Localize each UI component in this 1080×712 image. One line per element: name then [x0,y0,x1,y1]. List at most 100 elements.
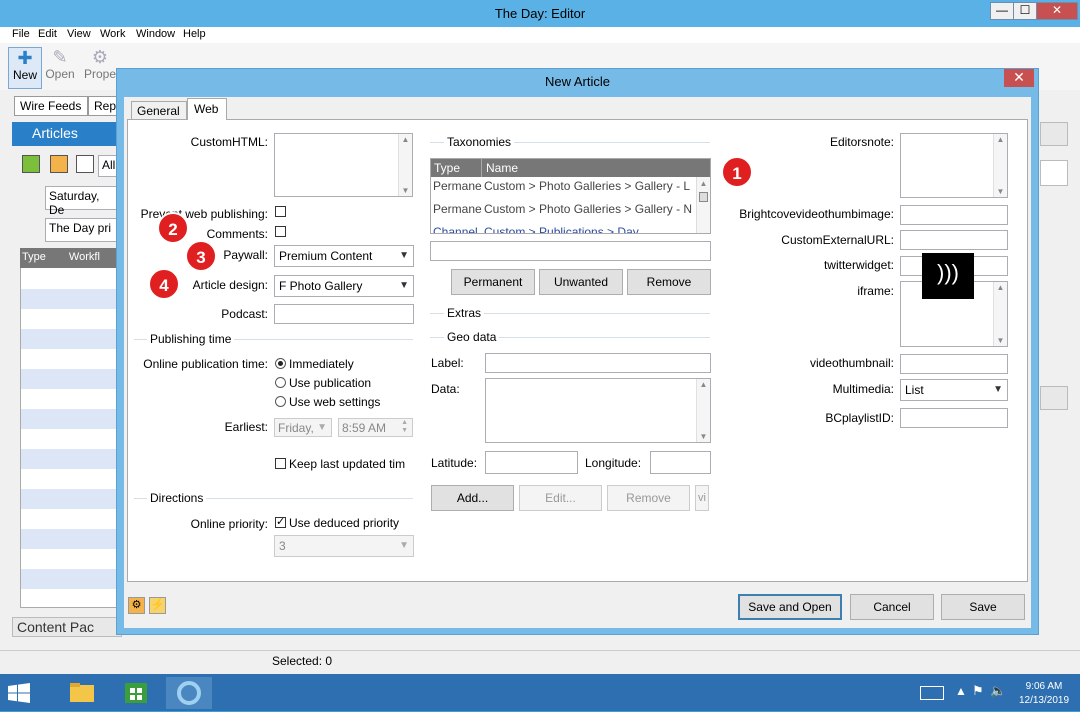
grid-header-type[interactable]: Type [434,161,460,175]
window-icon[interactable] [76,155,94,173]
menu-file[interactable]: File [12,28,30,40]
table-row[interactable]: Channel Custom > Publications > Day [431,225,697,233]
priority-value: 3 [279,539,286,553]
multimedia-select[interactable]: List ▼ [900,379,1008,401]
editor-app-icon[interactable] [166,677,212,709]
dialog-title: New Article [544,74,611,89]
store-icon[interactable] [118,677,154,709]
comments-checkbox[interactable] [275,226,286,237]
grid-row[interactable] [21,489,119,509]
bcplaylistid-input[interactable] [900,408,1008,428]
grid-header-name[interactable]: Name [486,161,518,175]
keep-last-updated-checkbox[interactable] [275,458,286,469]
use-deduced-priority-checkbox[interactable] [275,515,286,528]
tab-reports[interactable]: Rep [88,96,118,116]
editorsnote-textarea[interactable]: ▲ ▼ [900,133,1008,198]
prevent-web-publishing-checkbox[interactable] [275,206,286,217]
menu-view[interactable]: View [67,28,91,40]
editorsnote-scrollbar[interactable]: ▲ ▼ [993,134,1007,197]
right-panel-header[interactable] [1040,122,1068,146]
settings-icon[interactable]: ⚙ [128,597,145,614]
menu-window[interactable]: Window [136,28,175,40]
open-button[interactable]: ✎ Open [43,47,77,89]
new-button[interactable]: ✚ New [8,47,42,89]
brightcove-thumb-input[interactable] [900,205,1008,225]
maximize-button[interactable]: ☐ [1013,2,1037,20]
tray-clock[interactable]: 9:06 AM 12/13/2019 [1010,680,1078,708]
articles-panel-header[interactable]: Articles [12,122,122,146]
menu-edit[interactable]: Edit [38,28,57,40]
taxonomies-scrollbar[interactable]: ▲ [696,177,710,233]
keyboard-icon[interactable] [920,686,944,700]
articles-date-field[interactable]: Saturday, De [45,186,122,217]
iframe-scrollbar[interactable]: ▲ ▼ [993,282,1007,346]
dialog-close-button[interactable]: ✕ [1004,69,1034,87]
table-row[interactable]: Permane Custom > Photo Galleries > Galle… [431,179,697,201]
grid-header-workflow[interactable]: Workfl [69,251,100,263]
radio-use-web-settings-label[interactable]: Use web settings [289,395,380,409]
tab-web[interactable]: Web [187,98,227,120]
videothumbnail-input[interactable] [900,354,1008,374]
tab-general[interactable]: General [131,101,187,120]
geo-data-scrollbar[interactable]: ▲ ▼ [696,379,710,442]
custom-html-textarea[interactable]: ▲ ▼ [274,133,413,197]
custom-external-url-input[interactable] [900,230,1008,250]
flag-icon[interactable]: ⚑ [972,683,984,699]
geo-data-textarea[interactable]: ▲ ▼ [485,378,711,443]
geo-label-input[interactable] [485,353,711,373]
unwanted-button[interactable]: Unwanted [539,269,623,295]
lightning-icon[interactable]: ⚡ [149,597,166,614]
save-button[interactable]: Save [941,594,1025,620]
radio-immediately-label[interactable]: Immediately [289,357,354,371]
radio-use-publication[interactable] [275,377,286,388]
content-packages-header[interactable]: Content Pac [12,617,122,637]
grid-row[interactable] [21,289,119,309]
scroll-up-icon[interactable]: ▲ [697,179,710,188]
remove-taxonomy-button[interactable]: Remove [627,269,711,295]
taxonomies-grid[interactable]: Type Name Permane Custom > Photo Galleri… [430,158,711,234]
article-design-value: F Photo Gallery [279,279,363,293]
articles-grid[interactable] [20,248,120,608]
latitude-input[interactable] [485,451,578,474]
grid-row[interactable] [21,529,119,549]
windows-start-icon[interactable] [8,683,30,703]
table-row[interactable]: Permane Custom > Photo Galleries > Galle… [431,202,697,224]
keep-last-updated-label[interactable]: Keep last updated tim [289,457,405,471]
grid-row[interactable] [21,369,119,389]
paywall-select[interactable]: Premium Content ▼ [274,245,414,267]
article-design-select[interactable]: F Photo Gallery ▼ [274,275,414,297]
grid-row[interactable] [21,569,119,589]
custom-html-scrollbar[interactable]: ▲ ▼ [398,134,412,196]
taxonomy-search-input[interactable] [430,241,711,261]
right-panel-field[interactable] [1040,160,1068,186]
use-deduced-priority-label[interactable]: Use deduced priority [289,516,399,530]
close-button[interactable]: ✕ [1036,2,1078,20]
grid-row[interactable] [21,329,119,349]
grid-header-type[interactable]: Type [22,251,46,263]
radio-use-publication-label[interactable]: Use publication [289,376,371,390]
permanent-button[interactable]: Permanent [451,269,535,295]
radio-immediately[interactable] [275,358,286,369]
radio-use-web-settings[interactable] [275,396,286,407]
right-panel-header-2[interactable] [1040,386,1068,410]
save-and-open-button[interactable]: Save and Open [738,594,842,620]
file-explorer-icon[interactable] [64,677,100,709]
articles-publication-field[interactable]: The Day pri [45,218,122,242]
cancel-button[interactable]: Cancel [850,594,934,620]
menu-help[interactable]: Help [183,28,206,40]
tab-wire-feeds[interactable]: Wire Feeds [14,96,88,116]
grid-row[interactable] [21,409,119,429]
chevron-up-icon[interactable]: ▲ [955,684,967,698]
geo-add-button[interactable]: Add... [431,485,514,511]
filter-icon[interactable] [22,155,40,173]
properties-button[interactable]: ⚙ Prope [83,47,117,89]
publishing-time-title: Publishing time [147,332,235,346]
minimize-button[interactable]: — [990,2,1014,20]
grid-row[interactable] [21,449,119,469]
longitude-input[interactable] [650,451,711,474]
podcast-input[interactable] [274,304,414,324]
scroll-thumb[interactable] [699,192,708,202]
settings-icon[interactable] [50,155,68,173]
speaker-icon[interactable]: 🔈 [990,683,1006,699]
menu-work[interactable]: Work [100,28,125,40]
